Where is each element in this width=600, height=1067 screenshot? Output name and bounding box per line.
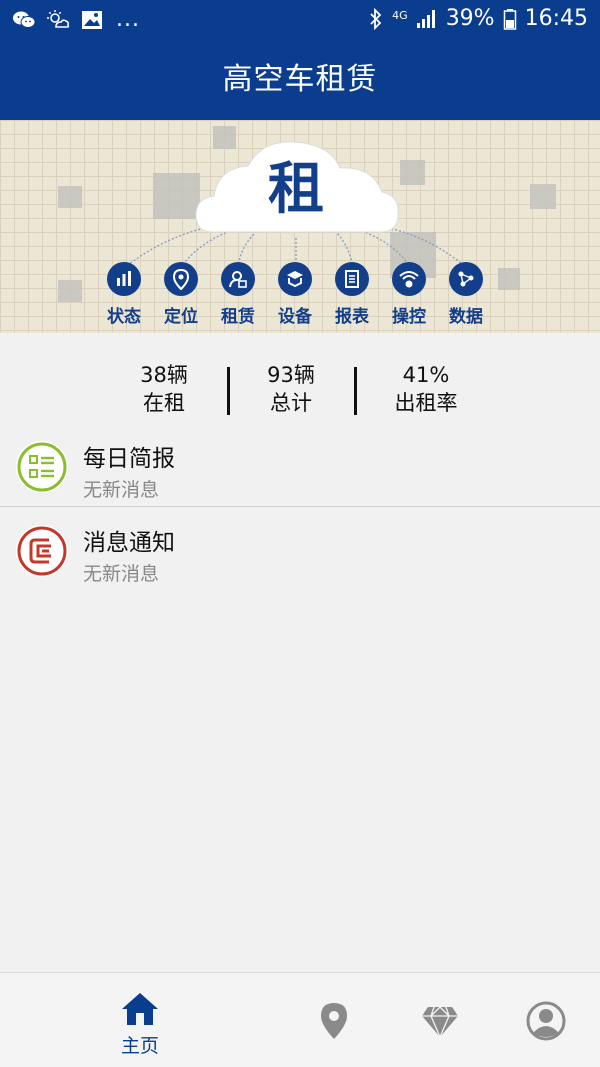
rental-icon: [221, 262, 255, 296]
battery-icon: [503, 8, 516, 30]
function-rental[interactable]: 租赁: [210, 262, 266, 327]
status-bar: ... 4G 39% 16:45: [0, 0, 600, 40]
location-pin-icon: [321, 1003, 347, 1039]
stat-divider: [354, 367, 357, 415]
rent-logo: 租: [268, 157, 324, 222]
fleet-stats: 38辆 在租 93辆 总计 41% 出租率: [0, 333, 600, 431]
function-menu: 状态 定位 租赁 设备 报表 操控 数据: [98, 262, 498, 330]
bottom-tab-bar: 主页: [0, 972, 600, 1067]
feature-banner: 租 状态 定位 租赁 设备 报表 操控 数据: [0, 120, 600, 333]
function-label: 报表: [335, 307, 369, 327]
message-subtitle: 无新消息: [83, 479, 160, 501]
more-notifications: ...: [116, 7, 140, 32]
home-icon: [122, 993, 158, 1025]
message-subtitle: 无新消息: [83, 563, 160, 585]
user-icon: [526, 1001, 566, 1041]
stat-divider: [227, 367, 230, 415]
wechat-icon: [13, 11, 36, 28]
tab-profile[interactable]: [506, 973, 586, 1067]
diamond-icon: [422, 1006, 458, 1039]
function-label: 数据: [449, 307, 483, 327]
tab-label: 主页: [120, 1035, 159, 1057]
message-title: 每日简报: [83, 446, 175, 472]
function-label: 状态: [107, 307, 141, 327]
stat-label: 在租: [143, 391, 185, 415]
tab-home[interactable]: 主页: [100, 973, 180, 1067]
function-status[interactable]: 状态: [96, 262, 152, 327]
stat-total: 93辆 总计: [231, 361, 351, 417]
function-report[interactable]: 报表: [324, 262, 380, 327]
battery-percent: 39%: [445, 6, 495, 31]
daily-report-icon: [16, 441, 68, 493]
bluetooth-icon: [370, 7, 382, 30]
stat-on-rent: 38辆 在租: [104, 361, 224, 417]
image-icon: [82, 11, 102, 29]
message-title: 消息通知: [83, 530, 175, 556]
stat-value: 38辆: [140, 363, 188, 387]
report-icon: [335, 262, 369, 296]
status-indicators: 4G 39% 16:45: [368, 6, 588, 31]
location-pin-icon: [164, 262, 198, 296]
row-divider: [0, 506, 600, 507]
bar-chart-icon: [107, 262, 141, 296]
signal-icon: [416, 9, 435, 28]
function-label: 定位: [164, 307, 198, 327]
tab-location[interactable]: [294, 973, 374, 1067]
app-header: 高空车租赁: [0, 40, 600, 120]
function-location[interactable]: 定位: [153, 262, 209, 327]
stat-rent-rate: 41% 出租率: [366, 361, 486, 417]
message-daily-report[interactable]: 每日简报 无新消息: [0, 433, 600, 517]
message-notifications[interactable]: 消息通知 无新消息: [0, 517, 600, 601]
page-title: 高空车租赁: [222, 62, 378, 97]
tab-diamond[interactable]: [400, 973, 480, 1067]
cloud-sun-icon: [47, 10, 70, 28]
stat-value: 93辆: [267, 363, 315, 387]
function-equipment[interactable]: 设备: [267, 262, 323, 327]
function-label: 设备: [278, 307, 312, 327]
network-type: 4G: [392, 8, 408, 22]
equipment-icon: [278, 262, 312, 296]
wireless-control-icon: [392, 262, 426, 296]
function-data[interactable]: 数据: [438, 262, 494, 327]
clock: 16:45: [524, 6, 588, 31]
function-control[interactable]: 操控: [381, 262, 437, 327]
stat-label: 总计: [270, 391, 312, 415]
stat-label: 出租率: [394, 391, 458, 415]
notification-icons: ...: [12, 9, 140, 31]
stat-value: 41%: [402, 363, 450, 387]
function-label: 操控: [392, 307, 426, 327]
function-label: 租赁: [221, 307, 255, 327]
notification-icon: [16, 525, 68, 577]
data-network-icon: [449, 262, 483, 296]
